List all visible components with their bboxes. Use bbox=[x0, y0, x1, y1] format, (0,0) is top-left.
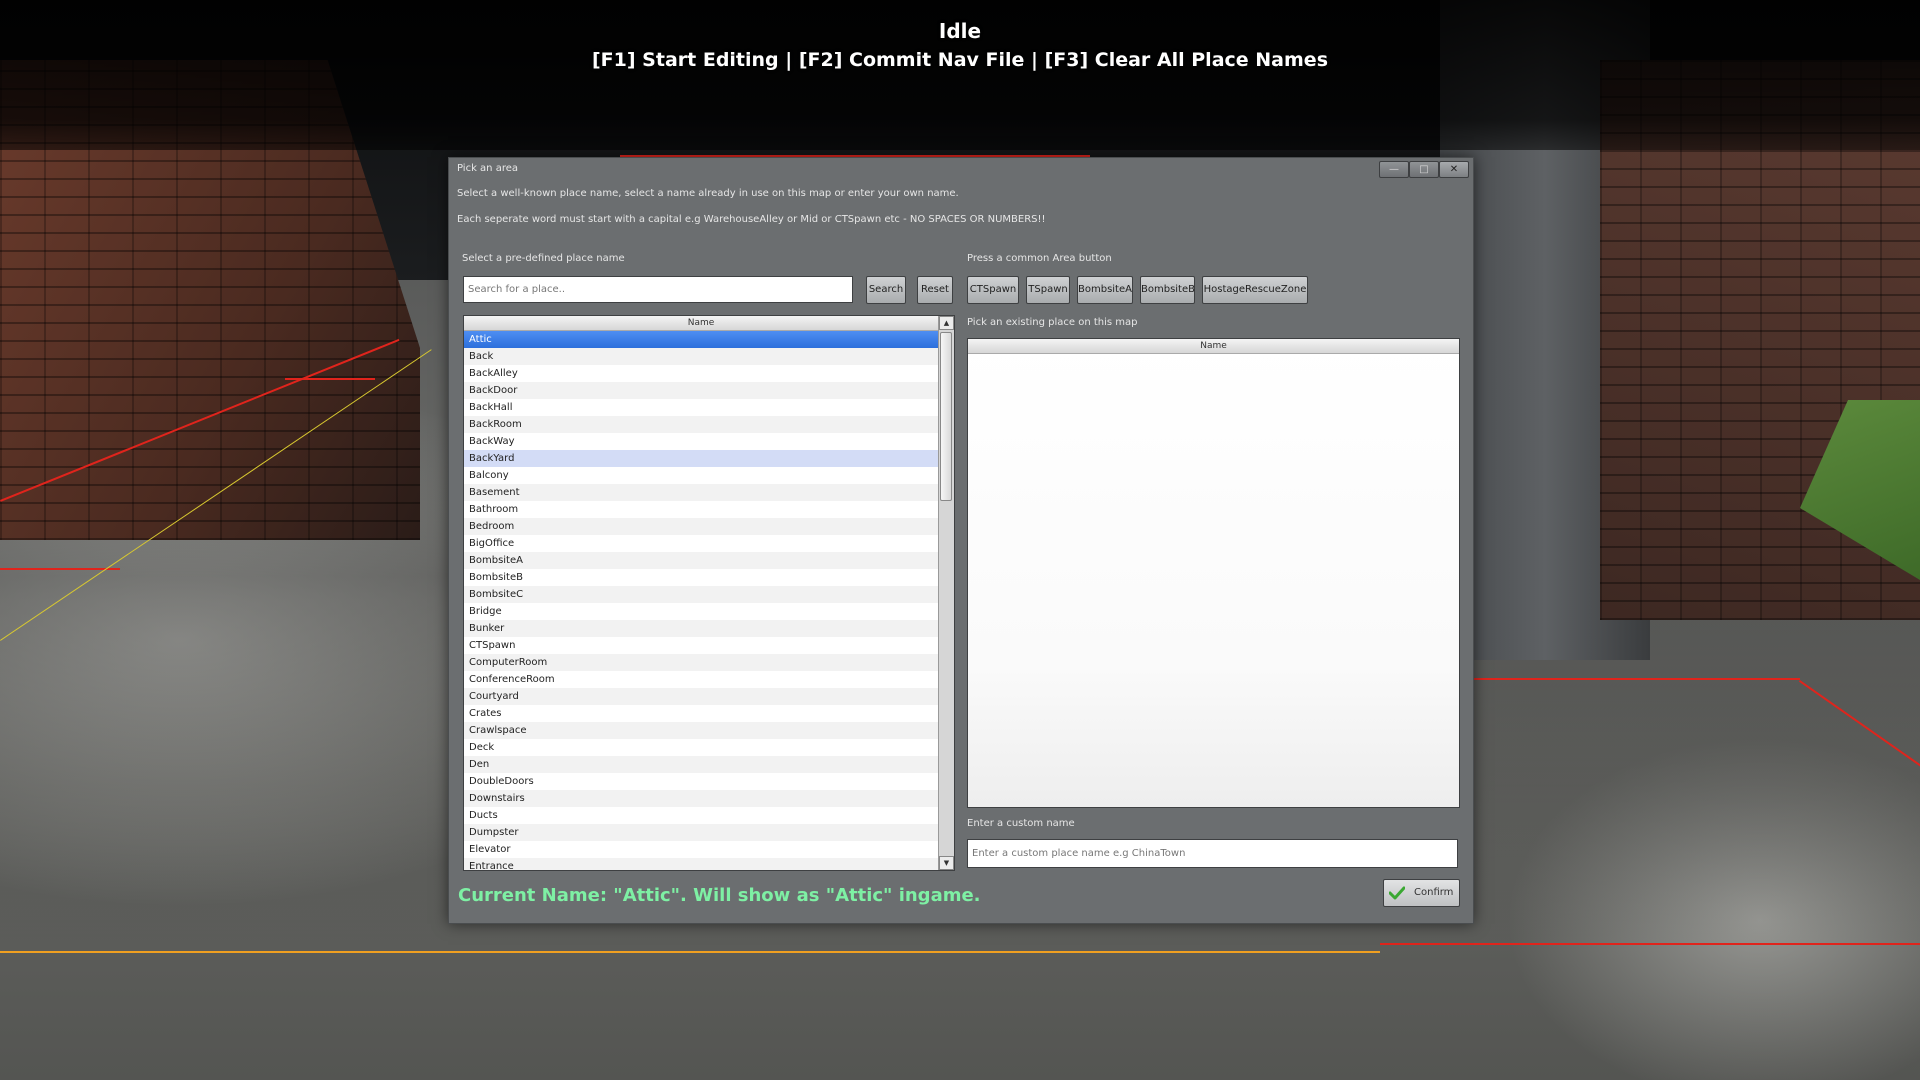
predefined-place-list[interactable]: Name Attic Back BackAlley BackDoor BackHall B… bbox=[463, 315, 955, 871]
bombsite-b-button[interactable]: BombsiteB bbox=[1140, 276, 1195, 304]
list-item[interactable]: Ducts bbox=[464, 807, 938, 824]
list-item[interactable]: Den bbox=[464, 756, 938, 773]
existing-place-list[interactable]: Name bbox=[967, 338, 1460, 808]
list-item[interactable]: Basement bbox=[464, 484, 938, 501]
list-item[interactable]: Attic bbox=[464, 331, 938, 348]
window-title: Pick an area bbox=[457, 163, 519, 174]
list-item[interactable]: CTSpawn bbox=[464, 637, 938, 654]
reset-button[interactable]: Reset bbox=[917, 276, 953, 304]
list-column-header[interactable]: Name bbox=[464, 316, 938, 331]
list-item[interactable]: DoubleDoors bbox=[464, 773, 938, 790]
common-area-label: Press a common Area button bbox=[967, 253, 1112, 264]
window-titlebar[interactable]: Pick an area — □ ✕ bbox=[449, 158, 1473, 180]
list-item[interactable]: Courtyard bbox=[464, 688, 938, 705]
confirm-button[interactable]: Confirm bbox=[1383, 879, 1460, 907]
list-item[interactable]: BombsiteA bbox=[464, 552, 938, 569]
list-item[interactable]: Bunker bbox=[464, 620, 938, 637]
checkmark-icon bbox=[1389, 886, 1405, 900]
place-rows: Attic Back BackAlley BackDoor BackHall BackRo… bbox=[464, 331, 938, 870]
hud-keybind-hint: [F1] Start Editing | [F2] Commit Nav Fil… bbox=[592, 49, 1328, 71]
minimize-button[interactable]: — bbox=[1379, 161, 1409, 178]
predefined-label: Select a pre-defined place name bbox=[462, 253, 625, 264]
scroll-up-icon[interactable]: ▲ bbox=[939, 316, 954, 330]
custom-name-label: Enter a custom name bbox=[967, 818, 1075, 829]
close-button[interactable]: ✕ bbox=[1439, 161, 1469, 178]
search-button[interactable]: Search bbox=[866, 276, 906, 304]
scroll-down-icon[interactable]: ▼ bbox=[939, 856, 954, 870]
list-scrollbar[interactable]: ▲ ▼ bbox=[938, 316, 954, 870]
list-item[interactable]: Crawlspace bbox=[464, 722, 938, 739]
list-item[interactable]: BackYard bbox=[464, 450, 938, 467]
list-item[interactable]: Deck bbox=[464, 739, 938, 756]
maximize-button[interactable]: □ bbox=[1409, 161, 1439, 178]
nav-mesh-line bbox=[285, 378, 375, 380]
list-item[interactable]: BigOffice bbox=[464, 535, 938, 552]
existing-column-header[interactable]: Name bbox=[968, 339, 1459, 354]
list-item[interactable]: BackHall bbox=[464, 399, 938, 416]
info-text-2: Each seperate word must start with a cap… bbox=[457, 214, 1046, 225]
place-search-input[interactable] bbox=[463, 276, 853, 303]
list-item[interactable]: BackWay bbox=[464, 433, 938, 450]
list-item[interactable]: Downstairs bbox=[464, 790, 938, 807]
list-item[interactable]: Crates bbox=[464, 705, 938, 722]
tspawn-button[interactable]: TSpawn bbox=[1026, 276, 1070, 304]
list-item[interactable]: ComputerRoom bbox=[464, 654, 938, 671]
ctspawn-button[interactable]: CTSpawn bbox=[967, 276, 1019, 304]
list-item[interactable]: ConferenceRoom bbox=[464, 671, 938, 688]
list-item[interactable]: Bedroom bbox=[464, 518, 938, 535]
list-item[interactable]: BackDoor bbox=[464, 382, 938, 399]
nav-mesh-line bbox=[1380, 943, 1920, 945]
list-item[interactable]: Back bbox=[464, 348, 938, 365]
list-item[interactable]: Bridge bbox=[464, 603, 938, 620]
list-item[interactable]: BombsiteB bbox=[464, 569, 938, 586]
list-item[interactable]: BackAlley bbox=[464, 365, 938, 382]
scroll-thumb[interactable] bbox=[940, 332, 952, 501]
current-name-status: Current Name: "Attic". Will show as "Att… bbox=[458, 885, 981, 906]
list-item[interactable]: Entrance bbox=[464, 858, 938, 870]
list-item[interactable]: BackRoom bbox=[464, 416, 938, 433]
list-item[interactable]: Balcony bbox=[464, 467, 938, 484]
existing-place-label: Pick an existing place on this map bbox=[967, 317, 1138, 328]
confirm-label: Confirm bbox=[1414, 887, 1454, 898]
list-item[interactable]: BombsiteC bbox=[464, 586, 938, 603]
list-item[interactable]: Dumpster bbox=[464, 824, 938, 841]
info-text-1: Select a well-known place name, select a… bbox=[457, 188, 959, 199]
list-item[interactable]: Elevator bbox=[464, 841, 938, 858]
nav-mesh-line bbox=[1470, 678, 1800, 680]
hud-mode-label: Idle bbox=[938, 19, 982, 43]
nav-mesh-line bbox=[0, 951, 1380, 953]
custom-name-input[interactable] bbox=[967, 839, 1458, 868]
hostage-rescue-zone-button[interactable]: HostageRescueZone bbox=[1202, 276, 1308, 304]
list-item[interactable]: Bathroom bbox=[464, 501, 938, 518]
bombsite-a-button[interactable]: BombsiteA bbox=[1077, 276, 1133, 304]
